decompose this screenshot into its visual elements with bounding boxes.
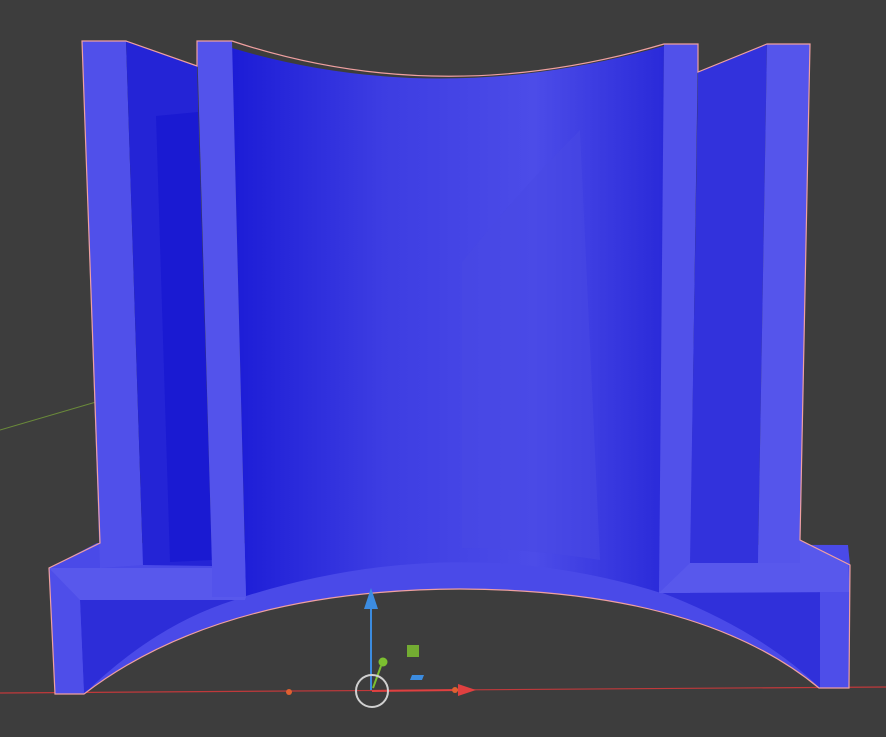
y-arrow-icon[interactable] xyxy=(378,657,388,667)
x-arrow-icon[interactable] xyxy=(458,684,476,696)
viewport-canvas[interactable] xyxy=(0,0,886,737)
3d-viewport[interactable] xyxy=(0,0,886,737)
mesh-right-pillar xyxy=(758,44,810,563)
mesh-right-base-face xyxy=(820,592,850,688)
plane-xy-handle-icon[interactable] xyxy=(410,675,424,680)
plane-xz-handle-icon[interactable] xyxy=(407,645,419,657)
transform-gizmo[interactable] xyxy=(286,588,476,708)
selected-mesh-object[interactable] xyxy=(48,40,851,695)
x-axis-point-icon xyxy=(452,687,458,693)
mesh-curved-wall xyxy=(232,46,664,596)
grid-y-axis-line xyxy=(0,401,97,431)
x-axis-point-icon xyxy=(286,689,292,695)
mesh-right-slot xyxy=(690,44,767,563)
x-axis-line xyxy=(371,689,461,692)
